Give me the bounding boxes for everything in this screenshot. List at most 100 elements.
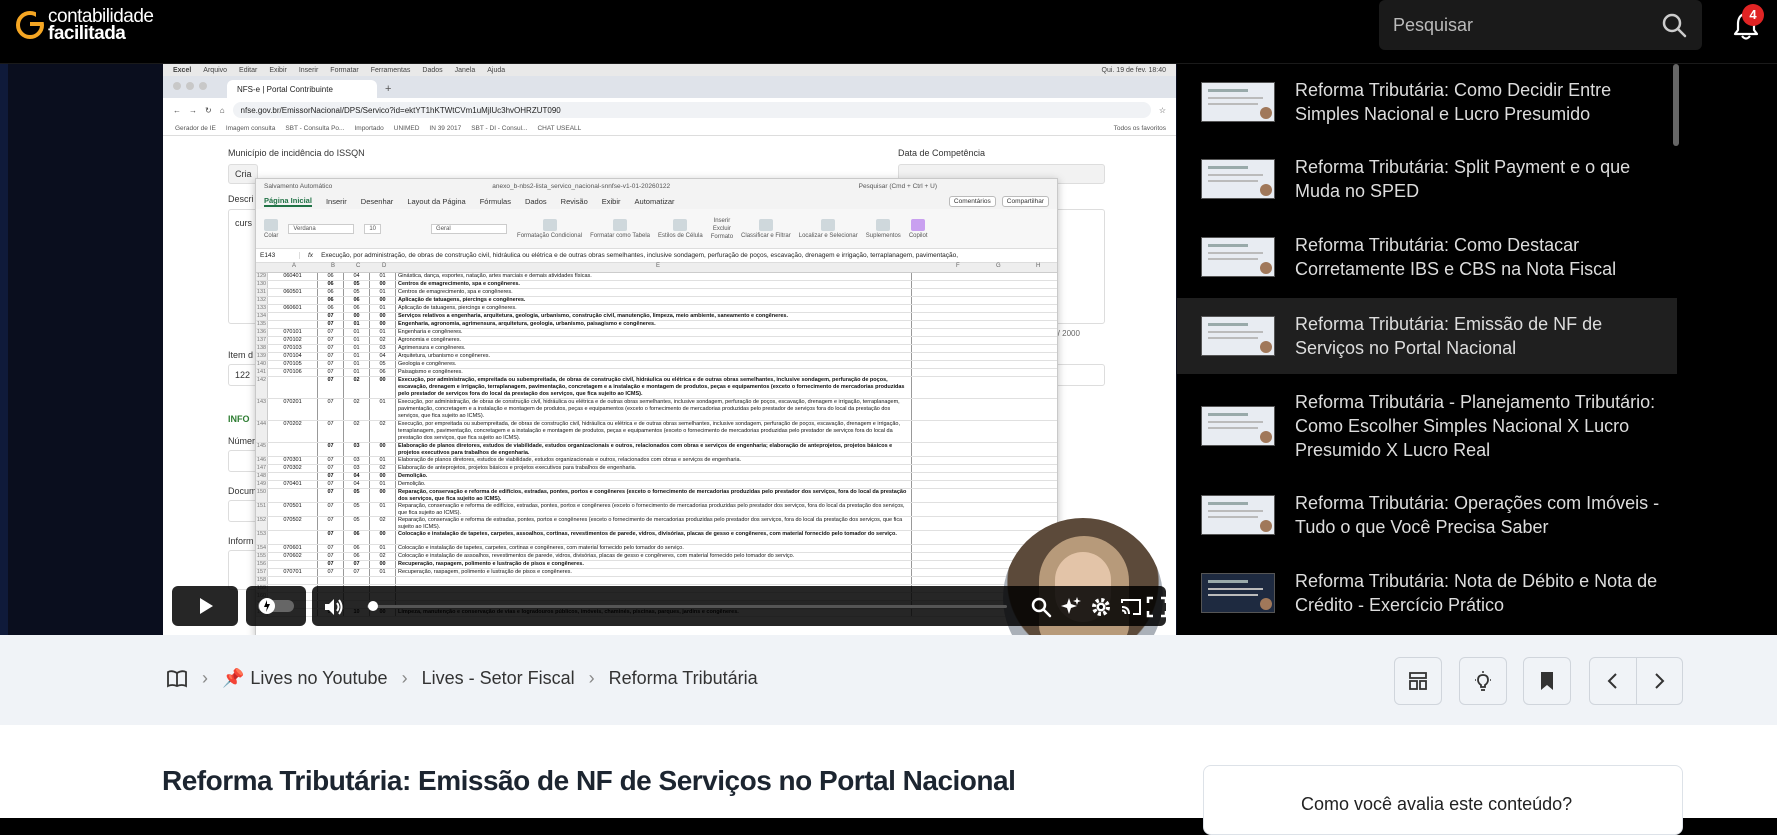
excel-cell: 02 xyxy=(370,337,396,344)
playlist-item[interactable]: Reforma Tributária: Como Destacar Corret… xyxy=(1177,219,1677,295)
bookmark-item: Importado xyxy=(354,125,384,132)
gear-icon[interactable] xyxy=(1090,596,1112,618)
excel-cell: 01 xyxy=(370,305,396,312)
excel-cell: 05 xyxy=(344,489,370,502)
mac-menu-item: Formatar xyxy=(330,66,359,74)
search-icon[interactable] xyxy=(1660,11,1688,39)
excel-cell: 07 xyxy=(318,503,344,516)
ribbon-label: Classificar e Filtrar xyxy=(741,232,791,239)
breadcrumb-item[interactable]: Lives - Setor Fiscal xyxy=(422,668,575,689)
excel-cell: 134 xyxy=(256,313,268,320)
excel-cell: 01 xyxy=(370,545,396,552)
excel-row: 147 070302 07 03 02 Elaboração de anteprojeto… xyxy=(256,465,1057,473)
ribbon-item: Estilos de Célula xyxy=(658,218,703,239)
breadcrumb-item[interactable]: Lives no Youtube xyxy=(250,668,387,689)
excel-cell: 142 xyxy=(256,377,268,398)
playlist-thumbnail xyxy=(1201,316,1275,356)
col-header: A xyxy=(292,263,297,269)
excel-cell: 02 xyxy=(370,517,396,530)
col-header: B xyxy=(331,263,336,269)
excel-cell: 07 xyxy=(318,345,344,352)
playlist-item[interactable]: Reforma Tributária: Como Decidir Entre S… xyxy=(1177,64,1677,140)
form-box-criar: Cria xyxy=(228,164,258,184)
rating-card: Como você avalia este conteúdo? xyxy=(1203,765,1683,835)
excel-cell: 06 xyxy=(318,273,344,280)
playlist-scrollbar[interactable] xyxy=(1673,64,1679,146)
excel-row: 140 070105 07 01 05 Geologia e congêneres. xyxy=(256,361,1057,369)
forward-icon: → xyxy=(189,105,197,115)
excel-cell: 06 xyxy=(344,297,370,304)
volume-icon[interactable] xyxy=(322,596,344,618)
excel-cell: 060601 xyxy=(268,305,318,312)
left-edge-strip xyxy=(0,64,8,635)
video-frame[interactable]: Excel Arquivo Editar Exibir Inserir Form… xyxy=(163,64,1176,635)
excel-cell: 150 xyxy=(256,489,268,502)
excel-cell: 01 xyxy=(370,399,396,420)
excel-cell: 07 xyxy=(318,353,344,360)
playlist-item[interactable]: Reforma Tributária: Nota de Débito e Not… xyxy=(1177,555,1677,631)
layout-button[interactable] xyxy=(1394,657,1442,705)
progress-track[interactable] xyxy=(367,605,1007,608)
excel-cell: 07 xyxy=(318,377,344,398)
browser-tab-title: NFS-e | Portal Contribuinte xyxy=(237,84,333,94)
progress-knob[interactable] xyxy=(368,601,379,611)
sparkle-icon[interactable] xyxy=(1060,596,1082,618)
playlist-item-title: Reforma Tributária: Como Destacar Corret… xyxy=(1295,235,1617,279)
excel-row: 134 07 00 00 Serviços relativos a engenharia… xyxy=(256,313,1057,321)
excel-cell: 02 xyxy=(344,421,370,442)
excel-cell: 070301 xyxy=(268,457,318,464)
playlist-item[interactable]: Reforma Tributária: Operações com Imóvei… xyxy=(1177,477,1677,553)
ribbon-label: Localizar e Selecionar xyxy=(798,232,858,239)
excel-cell: 133 xyxy=(256,305,268,312)
excel-cell: 01 xyxy=(370,329,396,336)
playlist-item-active[interactable]: Reforma Tributária: Emissão de NF de Ser… xyxy=(1177,298,1677,374)
logo-text: contabilidade facilitada xyxy=(48,7,154,43)
next-button[interactable] xyxy=(1637,658,1683,704)
form-label-informacoes: Inform xyxy=(228,536,254,546)
excel-window: Salvamento Automático anexo_b-nbs2-lista… xyxy=(255,178,1058,635)
search-video-icon[interactable] xyxy=(1030,596,1052,618)
search-input[interactable]: Pesquisar xyxy=(1379,0,1702,50)
excel-cell: Arquitetura, urbanismo e congêneres. xyxy=(396,353,912,360)
excel-row: 154 070601 07 06 01 Colocação e instalação de… xyxy=(256,545,1057,553)
excel-cell: 07 xyxy=(318,481,344,488)
playlist-item[interactable]: Reforma Tributária - Planejamento Tribut… xyxy=(1177,376,1677,476)
excel-cell: 05 xyxy=(344,289,370,296)
chevron-right-icon xyxy=(1655,673,1665,689)
play-button[interactable] xyxy=(172,586,238,626)
excel-cell: Paisagismo e congêneres. xyxy=(396,369,912,376)
excel-cell: 070101 xyxy=(268,329,318,336)
site-logo[interactable]: contabilidade facilitada xyxy=(16,7,154,43)
playlist-thumbnail xyxy=(1201,82,1275,122)
excel-cell: 03 xyxy=(344,443,370,456)
col-header: G xyxy=(996,263,1001,269)
book-icon[interactable] xyxy=(166,669,188,689)
excel-row: 144 070202 07 02 02 Execução, por empreitada … xyxy=(256,421,1057,443)
bookmark-button[interactable] xyxy=(1523,657,1571,705)
autoplay-toggle[interactable] xyxy=(246,586,306,626)
excel-cell: Recuperação, raspagem, polimento e lustr… xyxy=(396,569,912,576)
ribbon-label: Verdana xyxy=(288,223,355,234)
excel-cell: 07 xyxy=(318,337,344,344)
browser-tabbar: NFS-e | Portal Contribuinte + xyxy=(163,76,1176,98)
breadcrumb-item-current[interactable]: Reforma Tributária xyxy=(609,668,758,689)
excel-cell: 152 xyxy=(256,517,268,530)
col-header: D xyxy=(382,263,387,269)
excel-cell: Execução, por administração, de obras de… xyxy=(396,399,912,420)
fullscreen-icon[interactable] xyxy=(1146,596,1168,618)
excel-cell: 03 xyxy=(344,465,370,472)
tips-button[interactable] xyxy=(1459,657,1507,705)
cast-icon[interactable] xyxy=(1120,596,1142,618)
mac-menu-item: Janela xyxy=(454,66,476,74)
playlist-item-title: Reforma Tributária - Planejamento Tribut… xyxy=(1295,392,1656,460)
lesson-navigation xyxy=(1589,657,1683,705)
playlist-item[interactable]: Reforma Tributária: Split Payment e o qu… xyxy=(1177,141,1677,217)
mac-menu-item: Ferramentas xyxy=(370,66,411,74)
ribbon-item: Classificar e Filtrar xyxy=(741,218,791,239)
previous-button[interactable] xyxy=(1590,658,1637,704)
back-icon: ← xyxy=(173,105,181,115)
new-tab-icon: + xyxy=(385,83,392,95)
excel-cell: 05 xyxy=(344,281,370,288)
excel-cell: Elaboração de planos diretores, estudos … xyxy=(396,457,912,464)
excel-cell: 07 xyxy=(318,465,344,472)
